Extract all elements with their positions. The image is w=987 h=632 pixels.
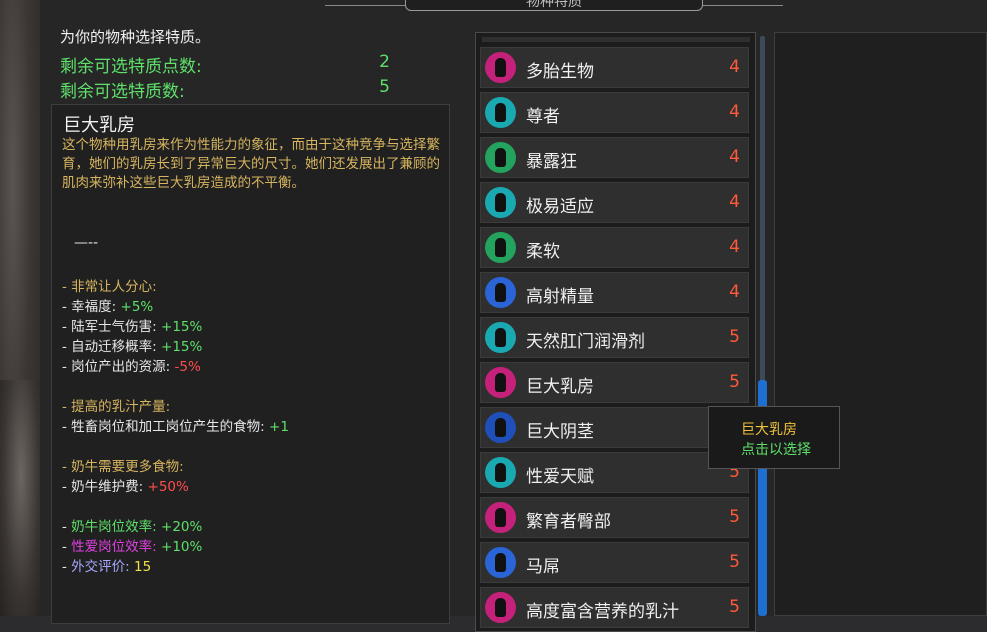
sex-talent-icon: [485, 457, 516, 488]
large-penis-icon: [485, 412, 516, 443]
trait-detail-title: 巨大乳房: [63, 115, 135, 136]
trait-row[interactable]: 极易适应 4: [480, 182, 749, 223]
trait-cost: 5: [729, 372, 740, 392]
window-title: 物种特质: [526, 0, 582, 10]
trait-name: 高射精量: [526, 287, 594, 307]
trait-cost: 4: [729, 192, 740, 212]
trait-name: 巨大阴茎: [526, 422, 594, 442]
trait-cost: 4: [729, 237, 740, 257]
adaptive-icon: [485, 187, 516, 218]
trait-name: 天然肛门润滑剂: [526, 332, 645, 352]
trait-row[interactable]: 多胎生物 4: [480, 47, 749, 88]
elephant-icon: [485, 97, 516, 128]
effect-line: - 岗位产出的资源: -5%: [62, 359, 201, 375]
effect-line: - 幸福度: +5%: [62, 299, 154, 315]
trait-row[interactable]: 繁育者臀部 5: [480, 497, 749, 538]
tooltip-title: 巨大乳房: [741, 422, 797, 438]
flexible-icon: [485, 232, 516, 263]
remaining-count-value: 5: [379, 77, 390, 97]
lubricant-icon: [485, 322, 516, 353]
trait-name: 高度富含营养的乳汁: [526, 602, 679, 622]
effect-line: - 陆军士气伤害: +15%: [62, 319, 203, 335]
remaining-count-row: 剩余可选特质数: 5: [60, 77, 390, 102]
trait-row[interactable]: 高度富含营养的乳汁 5: [480, 587, 749, 628]
effect-line: - 奶牛岗位效率: +20%: [62, 519, 203, 535]
trait-name: 暴露狂: [526, 152, 577, 172]
trait-row[interactable]: 巨大乳房 5: [480, 362, 749, 403]
remaining-points-row: 剩余可选特质点数: 2: [60, 52, 390, 77]
effect-line: - 自动迁移概率: +15%: [62, 339, 203, 355]
trait-detail-description: 这个物种用乳房来作为性能力的象征，而由于这种竞争与选择繁育，她们的乳房长到了异常…: [62, 137, 440, 191]
effect-line: - 外交评价: 15: [62, 559, 152, 575]
background-art-lower: [0, 380, 42, 616]
trait-row[interactable]: 尊者 4: [480, 92, 749, 133]
trait-cost: 5: [729, 597, 740, 617]
breeder-hips-icon: [485, 502, 516, 533]
large-breasts-icon: [485, 367, 516, 398]
nutritious-milk-icon: [485, 592, 516, 623]
effect-line: - 牲畜岗位和加工岗位产生的食物: +1: [62, 419, 289, 435]
effect-category: - 奶牛需要更多食物:: [62, 459, 184, 475]
remaining-points-label: 剩余可选特质点数:: [60, 57, 202, 77]
trait-detail-panel: 巨大乳房 这个物种用乳房来作为性能力的象征，而由于这种竞争与选择繁育，她们的乳房…: [51, 104, 450, 624]
window-title-frame: 物种特质: [325, 0, 783, 12]
intro-text: 为你的物种选择特质。: [60, 28, 211, 46]
high-ejaculation-icon: [485, 277, 516, 308]
trait-cost: 4: [729, 102, 740, 122]
trait-cost: 5: [729, 327, 740, 347]
trait-cost: 5: [729, 552, 740, 572]
trait-row[interactable]: 马屌 5: [480, 542, 749, 583]
trait-cost: 4: [729, 57, 740, 77]
trait-name: 多胎生物: [526, 62, 594, 82]
effect-line: - 性爱岗位效率: +10%: [62, 539, 203, 555]
trait-name: 柔软: [526, 242, 560, 262]
trait-name: 马屌: [526, 557, 560, 577]
tooltip-action: 点击以选择: [741, 442, 811, 458]
trait-cost: 5: [729, 507, 740, 527]
trait-tooltip: 巨大乳房 点击以选择: [708, 406, 840, 469]
effect-category: - 提高的乳汁产量:: [62, 399, 171, 415]
trait-name: 极易适应: [526, 197, 594, 217]
trait-row[interactable]: 高射精量 4: [480, 272, 749, 313]
trait-name: 巨大乳房: [526, 377, 594, 397]
selected-traits-panel: [774, 32, 987, 616]
trait-cost: 4: [729, 147, 740, 167]
exhibitionist-icon: [485, 142, 516, 173]
trait-name: 性爱天赋: [526, 467, 594, 487]
remaining-points-value: 2: [379, 52, 390, 72]
trait-row[interactable]: 天然肛门润滑剂 5: [480, 317, 749, 358]
multi-birth-icon: [485, 52, 516, 83]
trait-name: 繁育者臀部: [526, 512, 611, 532]
trait-row[interactable]: 暴露狂 4: [480, 137, 749, 178]
horse-icon: [485, 547, 516, 578]
trait-row[interactable]: 柔软 4: [480, 227, 749, 268]
trait-cost: 4: [729, 282, 740, 302]
remaining-count-label: 剩余可选特质数:: [60, 82, 185, 102]
effect-category: - 非常让人分心:: [62, 279, 157, 295]
detail-divider: —--: [74, 235, 99, 251]
trait-name: 尊者: [526, 107, 560, 127]
effect-line: - 奶牛维护费: +50%: [62, 479, 189, 495]
